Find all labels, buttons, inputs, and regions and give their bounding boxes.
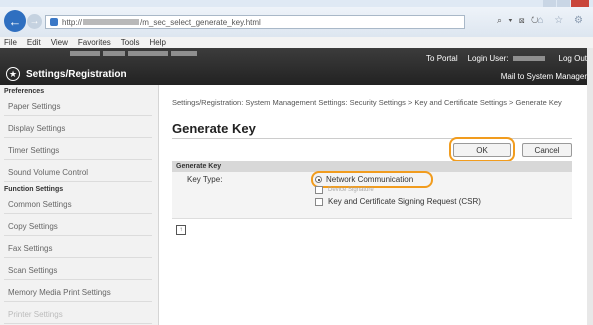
cancel-button[interactable]: Cancel [522,143,572,157]
back-button[interactable]: ← [4,10,26,32]
sidebar-item-printer-settings[interactable]: Printer Settings [4,306,152,324]
forward-button[interactable]: → [27,14,42,29]
window-titlebar [0,0,593,7]
url-scheme: http:// [62,17,83,27]
sidebar-heading-function-settings: Function Settings [4,186,64,193]
page-title: Generate Key [172,121,256,136]
option-network-communication[interactable]: Network Communication [315,175,413,184]
menu-tools[interactable]: Tools [121,38,140,47]
window-controls [543,0,589,7]
menu-view[interactable]: View [51,38,68,47]
settings-logo-icon: ★ [6,67,20,81]
masked-username [512,56,545,61]
close-window-button[interactable] [571,0,589,7]
masked-host [83,19,140,25]
browser-menubar: File Edit View Favorites Tools Help [0,37,593,48]
ok-button[interactable]: OK [453,143,511,157]
sidebar-item-scan-settings[interactable]: Scan Settings [4,262,152,280]
login-user: Login User: [468,54,549,63]
sidebar-heading-preferences: Preferences [4,88,45,95]
sidebar-item-sound-volume[interactable]: Sound Volume Control [4,164,152,182]
menu-favorites[interactable]: Favorites [78,38,111,47]
app-header: ★ Settings/Registration To Portal Login … [0,48,593,85]
breadcrumb: Settings/Registration: System Management… [172,98,562,107]
browser-toolbar: ← → http:// /m_sec_select_generate_key.h… [0,7,593,37]
back-to-top-icon[interactable]: ↑ [176,225,186,235]
minimize-button[interactable] [543,0,556,7]
radio-selected-icon[interactable] [315,176,322,183]
header-links: To Portal Login User: Log Out [426,54,587,63]
menu-edit[interactable]: Edit [27,38,41,47]
sidebar-item-timer-settings[interactable]: Timer Settings [4,142,152,160]
to-portal-link[interactable]: To Portal [426,54,458,63]
menu-help[interactable]: Help [149,38,165,47]
login-user-label: Login User: [467,54,509,63]
arrow-left-icon: ← [8,13,22,29]
key-type-label: Key Type: [187,175,223,184]
option-device-signature[interactable]: Device Signature [315,186,374,194]
app-title: Settings/Registration [26,69,127,80]
maximize-button[interactable] [557,0,570,7]
sidebar: Preferences Paper Settings Display Setti… [0,85,159,325]
sidebar-item-display-settings[interactable]: Display Settings [4,120,152,138]
home-favorites-tools-icons[interactable]: ⌂ ☆ ⚙ [537,15,587,26]
option-csr[interactable]: Key and Certificate Signing Request (CSR… [315,197,481,206]
option-label: Network Communication [326,175,414,184]
masked-device-info [70,51,197,56]
key-type-section: Key Type: Network Communication Device S… [172,171,572,219]
sidebar-item-paper-settings[interactable]: Paper Settings [4,98,152,116]
menu-file[interactable]: File [4,38,17,47]
sidebar-item-common-settings[interactable]: Common Settings [4,196,152,214]
sidebar-item-memory-media-print[interactable]: Memory Media Print Settings [4,284,152,302]
option-label: Device Signature [328,187,374,193]
sidebar-item-fax-settings[interactable]: Fax Settings [4,240,152,258]
sidebar-item-copy-settings[interactable]: Copy Settings [4,218,152,236]
mail-system-manager-link[interactable]: Mail to System Manager [501,72,587,81]
url-path: /m_sec_select_generate_key.html [140,17,261,27]
page-scrollbar[interactable] [587,48,593,325]
main-content: Settings/Registration: System Management… [168,85,578,325]
address-controls[interactable]: ⌕ ▾ ⊠ ↻ [497,15,541,26]
address-bar[interactable]: http:// /m_sec_select_generate_key.html [45,15,465,29]
arrow-right-icon: → [29,16,40,27]
option-label: Key and Certificate Signing Request (CSR… [328,197,481,206]
checkbox-icon[interactable] [315,197,323,206]
checkbox-icon[interactable] [315,186,323,194]
page-favicon-icon [50,18,58,26]
log-out-link[interactable]: Log Out [559,54,587,63]
